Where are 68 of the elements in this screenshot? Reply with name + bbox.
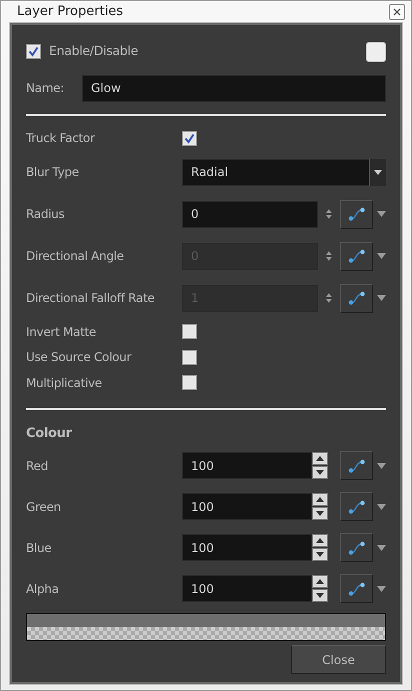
number-field[interactable]: 100 — [182, 452, 312, 479]
property-label: Invert Matte — [26, 324, 97, 341]
property-label: Radius — [26, 206, 66, 223]
checkbox[interactable] — [182, 375, 197, 390]
channel-label: Blue — [26, 540, 52, 556]
dropdown[interactable]: Radial — [182, 158, 386, 186]
dropdown-arrow-icon — [374, 170, 382, 174]
channel-label: Green — [26, 498, 62, 516]
down-arrow-icon — [316, 593, 324, 598]
property-label: Blur Type — [26, 164, 80, 181]
stepper-button[interactable] — [312, 575, 328, 602]
property-label: Directional Falloff Rate — [26, 290, 156, 307]
function-curve-button[interactable] — [340, 451, 373, 480]
function-curve-button[interactable] — [340, 492, 373, 521]
up-arrow-icon — [316, 579, 324, 584]
down-arrow-icon — [316, 511, 324, 516]
checkbox-label: Enable/Disable — [49, 42, 138, 60]
caret-icon[interactable] — [377, 586, 386, 592]
down-arrow-icon — [316, 470, 324, 475]
caret-icon[interactable] — [377, 544, 386, 550]
up-arrow-icon — [316, 456, 324, 461]
up-arrow-icon — [316, 538, 324, 543]
curve-icon — [348, 207, 366, 221]
function-curve-button[interactable] — [340, 242, 373, 270]
window-title: Layer Properties — [17, 3, 124, 21]
number-field[interactable]: 100 — [182, 493, 312, 520]
property-label: Directional Angle — [26, 248, 125, 265]
close-icon[interactable] — [389, 4, 405, 20]
property-label: Use Source Colour — [26, 349, 132, 366]
function-curve-button[interactable] — [340, 533, 373, 562]
checkbox[interactable] — [182, 324, 197, 340]
property-label: Multiplicative — [26, 374, 103, 392]
function-curve-button[interactable] — [340, 574, 373, 603]
field-label: Name: — [26, 80, 65, 97]
spinner-icon[interactable] — [326, 209, 332, 219]
number-field[interactable]: 0 — [182, 200, 318, 228]
stepper-button[interactable] — [312, 534, 328, 561]
function-curve-button[interactable] — [340, 284, 373, 312]
curve-icon — [348, 249, 366, 263]
checkbox[interactable] — [182, 130, 197, 146]
checkbox[interactable] — [26, 44, 41, 59]
section-heading: Colour — [26, 424, 73, 442]
curve-icon — [348, 582, 366, 596]
up-arrow-icon — [316, 497, 324, 502]
caret-icon[interactable] — [377, 462, 386, 468]
caret-icon[interactable] — [377, 295, 386, 301]
channel-label: Red — [26, 458, 49, 474]
color-swatch[interactable] — [366, 42, 386, 62]
stepper-button[interactable] — [312, 493, 328, 520]
close-button[interactable]: Close — [291, 645, 386, 674]
spinner-icon[interactable] — [326, 251, 332, 261]
stepper-button[interactable] — [312, 452, 328, 479]
checkbox[interactable] — [182, 350, 197, 365]
caret-icon[interactable] — [377, 211, 386, 217]
property-label: Truck Factor — [26, 130, 96, 148]
caret-icon[interactable] — [377, 504, 386, 510]
channel-label: Alpha — [26, 580, 60, 598]
name-field[interactable]: Glow — [82, 74, 386, 102]
function-curve-button[interactable] — [340, 200, 373, 228]
down-arrow-icon — [316, 552, 324, 557]
spinner-icon[interactable] — [326, 293, 332, 303]
number-field[interactable]: 100 — [182, 534, 312, 561]
curve-icon — [348, 291, 366, 305]
curve-icon — [348, 540, 366, 554]
number-field[interactable]: 100 — [182, 575, 312, 602]
curve-icon — [348, 500, 366, 514]
caret-icon[interactable] — [377, 253, 386, 259]
curve-icon — [348, 458, 366, 472]
